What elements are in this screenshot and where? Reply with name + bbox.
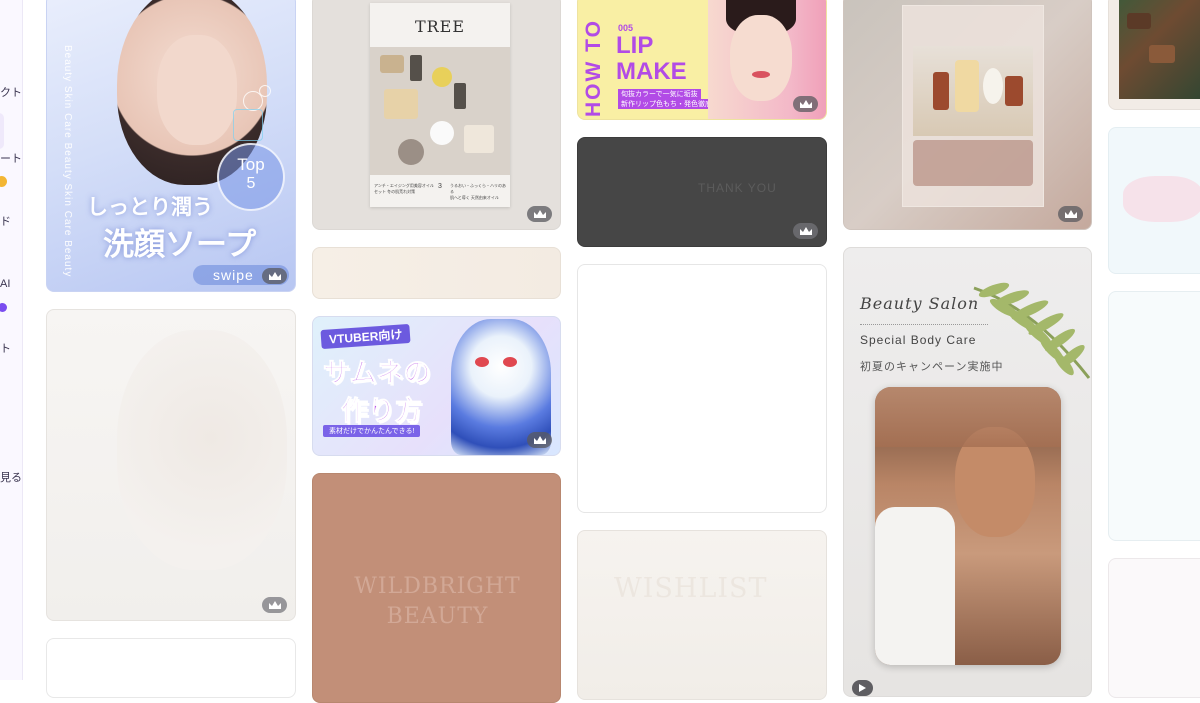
template-card-vtuber[interactable]: VTUBER向け サムネの 作り方 素材だけでかんたんできる! (312, 316, 561, 456)
massage-photo (875, 387, 1061, 665)
tree-title: TREE (414, 17, 466, 36)
vtuber-title-line1: サムネの (322, 358, 431, 390)
tree-photo (370, 47, 510, 175)
left-sidebar: クト ート ド AI ト 見る (0, 0, 23, 680)
lip-title-line2: MAKE (616, 58, 687, 85)
template-card-tree[interactable]: TREE アンチ・エイジング用美容オイル セット 冬の肌荒れ対策 3 うるおい・… (312, 0, 561, 230)
template-card-light-bottom[interactable] (1108, 558, 1200, 698)
vtuber-tag: VTUBER向け (320, 323, 411, 350)
lip-how-to: HOW TO (582, 19, 605, 117)
sidebar-item-project[interactable]: クト (0, 84, 22, 100)
sidebar-item-ai[interactable]: AI (0, 278, 10, 290)
salon-campaign: 初夏のキャンペーン実施中 (860, 360, 1004, 373)
premium-crown-icon (527, 206, 552, 222)
wildbright-line2: BEAUTY (386, 604, 489, 629)
aroma-photo (913, 46, 1033, 136)
template-card-lip-make[interactable]: HOW TO 005 LIP MAKE 旬抜カラーで一気に垢抜 新作リップ色もち… (577, 0, 827, 120)
tree-document: TREE アンチ・エイジング用美容オイル セット 冬の肌荒れ対策 3 うるおい・… (370, 3, 510, 207)
wishlist-text: WISHLIST (614, 573, 768, 604)
tree-footer-number: 3 (438, 183, 442, 190)
top5-badge: Top 5 (217, 143, 285, 211)
sidebar-item-smart[interactable]: ート (0, 150, 22, 166)
template-card-wishlist[interactable]: WISHLIST (577, 530, 827, 700)
swipe-label: swipe (213, 267, 254, 283)
faded-portrait-photo (117, 330, 287, 570)
vtuber-title-line2: 作り方 (341, 396, 423, 428)
aroma-frame (902, 5, 1044, 207)
template-card-beige-banner[interactable] (312, 247, 561, 299)
thank-you-text: THANK YOU (698, 181, 777, 195)
lip-title-line1: LIP (616, 32, 654, 59)
template-card-wildbright[interactable]: WILDBRIGHT BEAUTY (312, 473, 561, 703)
sidebar-item-brand[interactable]: ド (0, 213, 11, 229)
card-title-line1: しっとり潤う (87, 195, 213, 219)
wildbright-line1: WILDBRIGHT (354, 574, 521, 599)
new-dot-icon (0, 303, 7, 312)
sidebar-active-indicator (0, 113, 4, 149)
salon-subtitle: Special Body Care (860, 333, 977, 347)
template-card-thank-you[interactable]: THANK YOU (577, 137, 827, 247)
template-card-partial[interactable] (46, 638, 296, 698)
card-title-line2: 洗顔ソープ (103, 227, 257, 263)
lip-sub1: 旬抜カラーで一気に垢抜 (618, 89, 701, 99)
play-video-icon[interactable] (852, 680, 873, 696)
premium-crown-icon (1058, 206, 1083, 222)
premium-crown-icon (262, 597, 287, 613)
salon-divider (860, 324, 988, 325)
vtuber-subtitle: 素材だけでかんたんできる! (323, 425, 421, 437)
soap-bottle-icon (233, 109, 263, 141)
template-card-pink-lips[interactable] (1108, 127, 1200, 274)
tree-footer-left: アンチ・エイジング用美容オイル セット 冬の肌荒れ対策 (374, 183, 434, 194)
template-card-light[interactable] (1108, 291, 1200, 541)
sidebar-item-more[interactable]: 見る (0, 469, 22, 485)
tree-footer-right: うるおい・ふっくら・ハリのある 肌へと導く 天然由来オイル (450, 183, 506, 200)
salon-script-title: Beauty Salon (860, 294, 980, 313)
sidebar-item-text[interactable]: ト (0, 340, 11, 356)
template-card-skin-care[interactable]: Beauty Skin Care Beauty Skin Care Beauty… (46, 0, 296, 292)
template-card-portrait-faded[interactable] (46, 309, 296, 621)
vertical-label: Beauty Skin Care Beauty Skin Care Beauty (62, 45, 73, 278)
face-shape (157, 35, 237, 145)
premium-crown-icon (262, 268, 287, 284)
template-card-blank[interactable] (577, 264, 827, 513)
crown-icon (0, 176, 7, 187)
premium-crown-icon (527, 432, 552, 448)
template-card-beauty-salon[interactable]: Beauty Salon Special Body Care 初夏のキャンペーン… (843, 247, 1092, 697)
bubble-icon (259, 85, 271, 97)
premium-crown-icon (793, 96, 818, 112)
template-card-aroma-oil[interactable] (843, 0, 1092, 230)
premium-crown-icon (793, 223, 818, 239)
template-card-chocolate[interactable] (1108, 0, 1200, 110)
